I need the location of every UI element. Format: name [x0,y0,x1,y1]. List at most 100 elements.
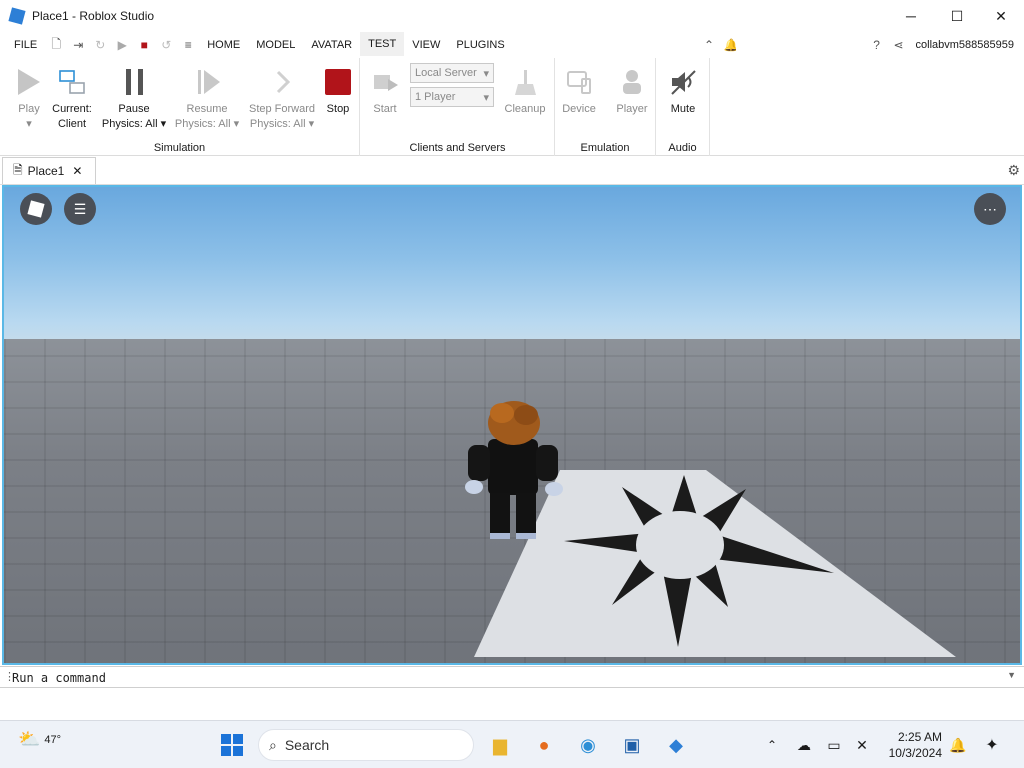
show-hidden-icons-icon[interactable]: ⌃ [756,729,788,761]
chevron-down-icon[interactable]: ▼ [1007,670,1016,680]
device-icon [567,71,591,94]
menu-bar: FILE 🗋 ⇥ ↻ ▶ ■ ↺ ≡ HOME MODEL AVATAR TES… [0,32,1024,58]
redo-icon[interactable]: ↻ [89,32,111,58]
chrome-icon[interactable]: ◉ [572,729,604,761]
help-icon[interactable]: ? [866,32,888,58]
players-select-value: 1 Player [415,91,456,103]
step-forward-icon [276,70,291,94]
tab-plugins[interactable]: PLUGINS [448,32,512,58]
pause-physics-dropdown[interactable]: Physics: All ▾ [100,117,168,132]
play-icon [18,69,40,95]
play-dropdown-arrow[interactable]: ▾ [8,117,50,132]
play-small-icon[interactable]: ▶ [111,32,133,58]
device-button[interactable]: Device [559,64,599,117]
search-icon: ⌕ [269,736,277,753]
mute-button[interactable]: Mute [663,64,703,117]
window-title: Place1 - Roblox Studio [32,9,155,23]
close-window-button[interactable]: ✕ [978,0,1024,32]
microsoft-store-icon[interactable]: ▣ [616,729,648,761]
maximize-button[interactable]: ☐ [934,0,980,32]
copilot-icon[interactable]: ✦ [976,729,1008,761]
resume-physics-dropdown[interactable]: Physics: All ▾ [174,117,240,132]
ribbon-search-box[interactable] [736,34,842,56]
play-label: Play [18,103,40,115]
volume-muted-icon[interactable]: ✕ [846,729,878,761]
username-label[interactable]: collabvm588585959 [916,39,1014,51]
undo-icon[interactable]: ↺ [155,32,177,58]
start-button[interactable] [216,729,248,761]
tab-home[interactable]: HOME [199,32,248,58]
notification-bell-icon[interactable]: 🔔 [942,729,974,761]
start-label: Start [373,103,397,115]
step-physics-dropdown[interactable]: Physics: All ▾ [244,117,320,132]
onedrive-offline-icon[interactable]: ☁ [788,729,820,761]
pause-label: Pause [118,103,150,115]
tab-model[interactable]: MODEL [248,32,303,58]
weather-cloud-icon: ⛅ [18,729,41,749]
chat-icon: ☰ [73,200,87,217]
roblox-studio-taskbar-icon[interactable]: ◆ [660,729,692,761]
customize-quick-access-icon[interactable]: ≡ [177,32,199,58]
server-select[interactable]: Local Server ▾ [410,63,494,83]
more-options-button[interactable]: ⋯ [974,193,1006,225]
device-label: Device [562,103,596,115]
taskbar-search[interactable]: ⌕ Search [258,729,474,761]
weather-widget[interactable]: ⛅ 47° [18,729,61,750]
play-button[interactable]: Play ▾ [8,64,50,132]
step-forward-button[interactable]: Step Forward Physics: All ▾ [244,64,320,132]
close-tab-icon[interactable]: ✕ [72,164,82,178]
roblox-studio-logo-icon [8,7,26,25]
start-server-icon [374,75,398,91]
command-bar: ⋮ ▼ [0,666,1024,688]
cleanup-broom-icon [515,70,536,95]
share-icon[interactable]: ⋖ [888,32,910,58]
document-icon: 🗎 [13,162,23,177]
current-client-button[interactable]: Current: Client [48,64,96,132]
start-button[interactable]: Start [365,64,405,117]
file-explorer-icon[interactable]: ▆ [484,729,516,761]
chevron-down-icon: ▾ [483,91,489,104]
tab-avatar[interactable]: AVATAR [303,32,360,58]
collapse-ribbon-icon[interactable]: ⌃ [698,32,720,58]
stop-small-icon[interactable]: ■ [133,32,155,58]
document-tab-strip: 🗎 Place1 ✕ ⚙ [0,157,1024,185]
clock[interactable]: 2:25 AM 10/3/2024 [884,729,942,761]
pause-icon [125,69,143,95]
clock-date: 10/3/2024 [888,746,942,760]
minimize-button[interactable]: ─ [888,0,934,32]
tab-test[interactable]: TEST [360,32,405,58]
3d-viewport[interactable]: ☰ ⋯ [2,185,1022,665]
chat-button[interactable]: ☰ [64,193,96,225]
clock-time: 2:25 AM [897,730,942,744]
command-input[interactable] [12,668,1002,687]
firefox-icon[interactable]: ● [528,729,560,761]
tab-view[interactable]: VIEW [404,32,448,58]
player-label: Player [616,103,648,115]
windows-taskbar: ⛅ 47° ⌕ Search ▆ ● ◉ ▣ ◆ ⌃ ☁ ▭ ✕ 2:25 AM… [0,720,1024,768]
taskbar-search-label: Search [284,737,330,753]
tab-place1[interactable]: 🗎 Place1 ✕ [2,157,96,184]
player-avatar [465,401,563,539]
players-select[interactable]: 1 Player ▾ [410,87,494,107]
step-forward-label: Step Forward [248,103,316,115]
file-menu[interactable]: FILE [0,32,45,58]
windows-logo-icon [221,734,243,756]
resume-label: Resume [186,103,228,115]
current-label: Current: [52,103,92,115]
audio-group: Mute Audio [656,58,710,156]
speaker-muted-icon [671,70,696,95]
cleanup-button[interactable]: Cleanup [495,64,555,117]
title-bar: Place1 - Roblox Studio ─ ☐ ✕ [0,0,1024,32]
roblox-logo-icon [27,200,45,218]
player-button[interactable]: Player [611,64,653,117]
resume-physics-button[interactable]: Resume Physics: All ▾ [174,64,240,132]
clients-servers-group-label: Clients and Servers [409,142,506,154]
new-file-icon[interactable]: 🗋 [45,32,67,58]
save-icon[interactable]: ⇥ [67,32,89,58]
roblox-menu-button[interactable] [20,193,52,225]
stop-button[interactable]: Stop [320,64,356,117]
settings-gear-icon[interactable]: ⚙ [1007,162,1020,179]
stop-icon [325,69,351,95]
pause-physics-button[interactable]: Pause Physics: All ▾ [100,64,168,132]
server-select-value: Local Server [415,67,477,79]
